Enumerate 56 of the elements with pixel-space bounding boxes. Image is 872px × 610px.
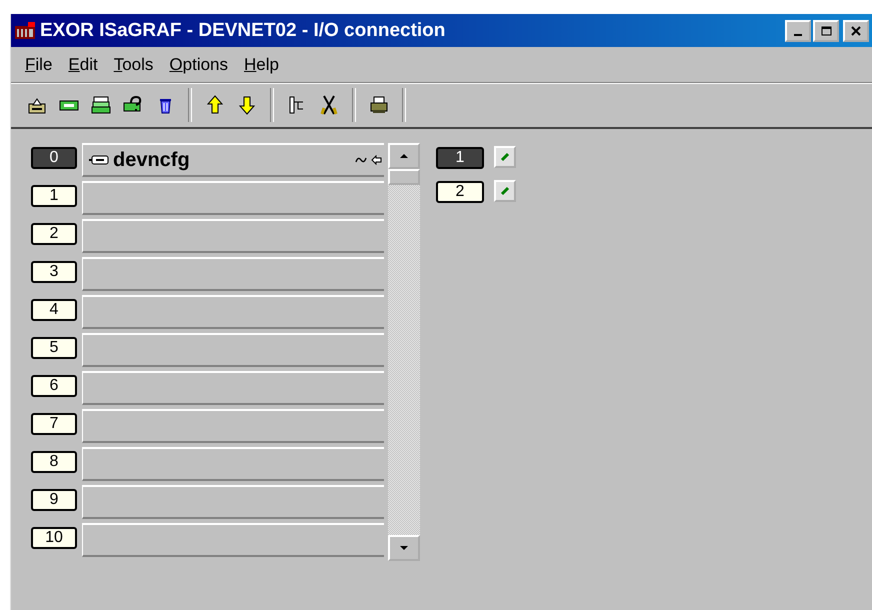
down-triangle-icon <box>399 545 409 551</box>
board-icon <box>89 155 109 165</box>
slot-row[interactable] <box>82 257 384 291</box>
board-name: devncfg <box>113 148 190 172</box>
scrollbar[interactable] <box>388 143 420 561</box>
close-button[interactable] <box>843 20 869 42</box>
slot-number[interactable]: 1 <box>31 185 77 207</box>
slot-number[interactable]: 9 <box>31 489 77 511</box>
up-arrow-icon <box>204 94 226 116</box>
channel-number[interactable]: 2 <box>436 181 484 203</box>
menu-item[interactable]: Edit <box>60 54 106 74</box>
slot-row[interactable] <box>82 523 384 557</box>
slot-number[interactable]: 0 <box>31 147 77 169</box>
down-arrow-icon <box>236 94 258 116</box>
slot-number[interactable]: 6 <box>31 375 77 397</box>
left-arrow-icon <box>371 155 382 165</box>
slot-row[interactable] <box>82 371 384 405</box>
app-icon <box>14 22 36 40</box>
slot-number[interactable]: 8 <box>31 451 77 473</box>
slot-number[interactable]: 2 <box>31 223 77 245</box>
slot-row[interactable] <box>82 219 384 253</box>
minimize-button[interactable] <box>785 20 811 42</box>
channel-number[interactable]: 1 <box>436 147 484 169</box>
pencil-icon <box>500 186 510 196</box>
menu-item[interactable]: Tools <box>106 54 162 74</box>
slot-row[interactable] <box>82 181 384 215</box>
card-stack-icon <box>90 94 112 116</box>
slot-row[interactable] <box>82 485 384 519</box>
close-icon <box>851 26 861 36</box>
pencil-icon <box>500 152 510 162</box>
minimize-icon <box>794 34 802 36</box>
edit-button[interactable] <box>494 146 516 168</box>
scroll-down-button[interactable] <box>388 535 420 561</box>
slot-row[interactable] <box>82 333 384 367</box>
slot-number[interactable]: 3 <box>31 261 77 283</box>
window-title: EXOR ISaGRAF - DEVNET02 - I/O connection <box>40 20 446 42</box>
maximize-button[interactable] <box>813 20 839 42</box>
menu-item[interactable]: File <box>17 54 60 74</box>
up-triangle-icon <box>399 153 409 159</box>
slot-row[interactable] <box>82 409 384 443</box>
menu-item[interactable]: Options <box>161 54 236 74</box>
slot-row[interactable] <box>82 295 384 329</box>
slot-number[interactable]: 7 <box>31 413 77 435</box>
pliers-icon <box>318 94 340 116</box>
slot-number[interactable]: 5 <box>31 337 77 359</box>
menu-item[interactable]: Help <box>236 54 287 74</box>
scroll-thumb[interactable] <box>388 169 420 185</box>
edit-button[interactable] <box>494 180 516 202</box>
maximize-icon <box>820 26 832 36</box>
slot-number[interactable]: 4 <box>31 299 77 321</box>
printer-icon <box>368 94 390 116</box>
slot-number[interactable]: 10 <box>31 527 77 549</box>
wave-icon <box>355 156 367 164</box>
slot-row[interactable] <box>82 447 384 481</box>
scroll-up-button[interactable] <box>388 143 420 169</box>
slot-row[interactable]: devncfg <box>82 143 384 177</box>
